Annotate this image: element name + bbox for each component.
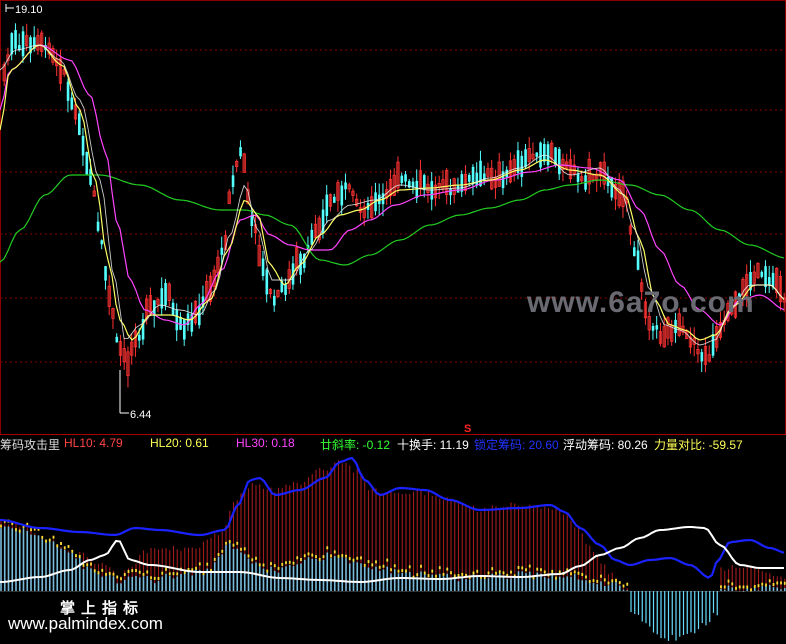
locked-chips-line xyxy=(0,456,785,579)
candle-body-down xyxy=(475,172,479,186)
candle-body-down xyxy=(265,269,269,295)
candle-body-down xyxy=(78,113,81,135)
readout-slope: 廿斜率: -0.12 xyxy=(320,436,390,453)
candle-body-down xyxy=(340,185,344,206)
candle-body-down xyxy=(456,185,460,193)
readout-power-ratio-value: -59.57 xyxy=(708,438,743,452)
readout-floating-chips: 浮动筹码: 80.26 xyxy=(563,436,648,453)
candle-body-down xyxy=(21,31,25,57)
candle-body-down xyxy=(96,221,100,231)
readout-floating-chips-value: 80.26 xyxy=(617,438,648,452)
price-panel-border xyxy=(0,0,786,435)
candle-body-down xyxy=(651,326,655,331)
candle-body-down xyxy=(524,149,527,167)
indicator-legend: 筹码攻击里 HL10: 4.79 HL20: 0.61 HL30: 0.18 廿… xyxy=(0,436,786,452)
candle-body-down xyxy=(70,97,74,110)
candle-body-down xyxy=(400,175,404,183)
candle-body-down xyxy=(558,149,561,175)
candle-body-down xyxy=(576,173,580,182)
candle-body-down xyxy=(539,142,542,168)
candle-body-down xyxy=(700,352,704,362)
watermark-site-top: www.6a7o.com xyxy=(527,286,755,319)
candle-body-down xyxy=(183,319,186,340)
candle-body-down xyxy=(85,152,89,175)
candle-body-down xyxy=(310,229,314,245)
candle-body-down xyxy=(325,194,329,216)
candle-body-down xyxy=(516,150,520,173)
candle-body-down xyxy=(81,135,85,156)
candle-body-down xyxy=(711,334,715,356)
candle-body-down xyxy=(543,144,546,162)
candle-body-down xyxy=(333,196,336,203)
candle-body-down xyxy=(175,310,179,331)
candle-body-down xyxy=(115,336,119,343)
candle-body-down xyxy=(231,175,235,187)
readout-hl10-label: HL10: xyxy=(64,436,100,450)
candle-body-down xyxy=(760,271,764,277)
candle-body-down xyxy=(250,215,254,226)
candle-body-down xyxy=(415,180,419,199)
candle-body-down xyxy=(636,250,640,270)
readout-slope-value: -0.12 xyxy=(362,438,391,452)
candle-body-down xyxy=(764,266,767,288)
candle-body-down xyxy=(10,33,14,55)
readout-slope-label: 廿斜率: xyxy=(320,438,363,452)
candle-body-down xyxy=(423,175,426,190)
readout-hl30-value: 0.18 xyxy=(271,436,295,450)
readout-hl20: HL20: 0.61 xyxy=(150,436,209,450)
readout-power-ratio-label: 力量对比: xyxy=(654,438,709,452)
candle-body-down xyxy=(179,316,182,330)
signal-marker: S xyxy=(464,423,471,435)
candle-body-down xyxy=(460,174,464,192)
readout-hl30: HL30: 0.18 xyxy=(236,436,295,450)
chart-canvas: 19.10 6.44 S xyxy=(0,0,786,641)
readout-turnover: 十换手: 11.19 xyxy=(397,436,469,453)
candle-body-down xyxy=(468,175,471,182)
readout-turnover-label: 十换手: xyxy=(397,438,440,452)
candle-body-down xyxy=(479,160,482,187)
watermark-site-bottom: www.palmindex.com xyxy=(8,614,163,633)
readout-hl20-label: HL20: xyxy=(150,436,186,450)
candle-body-down xyxy=(273,295,276,306)
candle-body-down xyxy=(66,81,70,101)
candle-body-down xyxy=(471,166,475,184)
indicator-name: 筹码攻击里 xyxy=(0,438,61,452)
readout-floating-chips-label: 浮动筹码: xyxy=(563,438,618,452)
readout-hl30-label: HL30: xyxy=(236,436,272,450)
readout-locked-chips: 锁定筹码: 20.60 xyxy=(474,436,559,453)
readout-locked-chips-value: 20.60 xyxy=(528,438,559,452)
readout-hl10-value: 4.79 xyxy=(99,436,123,450)
candle-body-down xyxy=(449,188,452,196)
candle-body-down xyxy=(284,284,287,295)
candle-body-down xyxy=(164,283,167,306)
readout-locked-chips-label: 锁定筹码: xyxy=(474,438,529,452)
candle-body-down xyxy=(768,277,771,286)
readout-hl20-value: 0.61 xyxy=(185,436,209,450)
candle-body-down xyxy=(100,240,104,245)
candle-body-down xyxy=(633,247,636,257)
readout-hl10: HL10: 4.79 xyxy=(64,436,123,450)
candle-body-down xyxy=(239,147,242,157)
high-price-label: 19.10 xyxy=(15,4,43,16)
candle-body-down xyxy=(404,174,407,182)
low-price-label: 6.44 xyxy=(130,409,151,421)
candle-body-down xyxy=(535,152,539,157)
candle-body-down xyxy=(138,334,141,341)
indicator-lines xyxy=(0,456,785,584)
candle-body-down xyxy=(344,182,347,190)
readout-power-ratio: 力量对比: -59.57 xyxy=(654,436,743,453)
candle-body-down xyxy=(14,30,17,49)
candle-body-down xyxy=(261,258,265,276)
candle-body-down xyxy=(220,247,224,255)
readout-turnover-value: 11.19 xyxy=(439,438,469,452)
candle-body-down xyxy=(546,144,550,166)
candle-body-down xyxy=(655,325,659,330)
candle-body-down xyxy=(104,266,107,281)
